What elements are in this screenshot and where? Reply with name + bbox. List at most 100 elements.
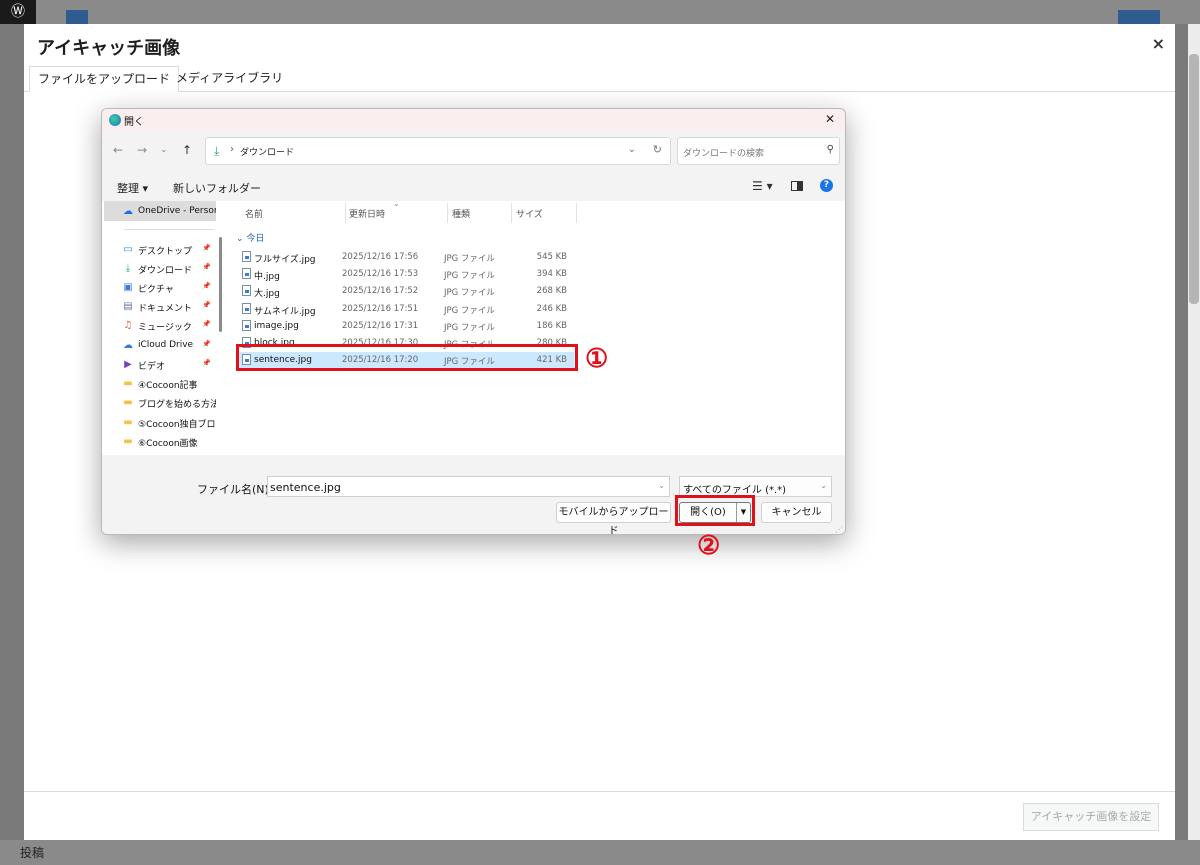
download-icon: ⤓ <box>214 144 220 158</box>
pictures-icon: ▣ <box>123 282 133 293</box>
filename-input[interactable]: sentence.jpg ⌄ <box>267 476 670 497</box>
filename-value: sentence.jpg <box>270 481 341 494</box>
nav-item-label: OneDrive - Personal <box>138 206 216 216</box>
nav-item[interactable]: ▶ ビデオ 📌 <box>102 356 218 375</box>
nav-item[interactable]: ⤓ ダウンロード 📌 <box>102 260 218 279</box>
pin-icon[interactable]: 📌 <box>202 301 211 309</box>
file-size: 545 KB <box>536 252 567 262</box>
folder-icon: ▬ <box>123 378 133 389</box>
dialog-title: 開く <box>124 117 144 128</box>
close-icon[interactable]: × <box>1152 34 1165 53</box>
edge-browser-icon <box>109 114 121 126</box>
file-row[interactable]: image.jpg 2025/12/16 17:31 JPG ファイル 186 KB <box>236 318 574 335</box>
column-header-type[interactable]: 種類 <box>452 207 470 220</box>
file-size: 268 KB <box>536 286 567 297</box>
refresh-icon[interactable]: ↻ <box>653 143 662 156</box>
column-header-name[interactable]: 名前 <box>245 207 263 220</box>
nav-item[interactable]: ▭ デスクトップ 📌 <box>102 241 218 260</box>
filetype-value: すべてのファイル (*.*) <box>683 485 787 496</box>
address-dropdown-icon[interactable]: ⌄ <box>628 144 636 155</box>
dialog-body: ☁ OneDrive - Personal ▭デスクトップ📌⤓ダウンロード📌▣ピクチ… <box>102 199 845 455</box>
page-scrollbar-thumb[interactable] <box>1189 54 1199 304</box>
tab-upload-files[interactable]: ファイルをアップロード <box>29 66 180 92</box>
back-arrow-icon[interactable]: ← <box>113 143 123 157</box>
annotation-box-selected-file <box>236 344 578 371</box>
preview-pane-icon[interactable] <box>791 181 803 191</box>
file-row[interactable]: サムネイル.jpg 2025/12/16 17:51 JPG ファイル 246 KB <box>236 301 574 318</box>
pin-icon[interactable]: 📌 <box>202 320 211 328</box>
nav-item-label: ブログを始める方法 <box>138 400 216 410</box>
nav-item[interactable]: ▬ ④Cocoon記事 <box>102 375 218 394</box>
dialog-close-icon[interactable]: ✕ <box>825 112 835 126</box>
file-row[interactable]: 大.jpg 2025/12/16 17:52 JPG ファイル 268 KB <box>236 283 574 300</box>
footer-breadcrumb: 投稿 <box>20 846 45 860</box>
filetype-select[interactable]: すべてのファイル (*.*) ⌄ <box>679 476 832 497</box>
column-separator <box>576 203 577 223</box>
cancel-button[interactable]: キャンセル <box>761 502 832 523</box>
file-name: 中.jpg <box>254 272 280 283</box>
view-options-icon[interactable]: ☰ ▾ <box>752 179 773 193</box>
videos-icon: ▶ <box>124 359 132 370</box>
filetype-dropdown-icon[interactable]: ⌄ <box>820 481 827 490</box>
upload-from-mobile-button[interactable]: モバイルからアップロード <box>556 502 671 534</box>
nav-item[interactable]: ▬ ブログを始める方法 <box>102 394 218 413</box>
cloud-icon: ☁ <box>123 206 133 217</box>
file-date: 2025/12/16 17:31 <box>342 320 419 331</box>
file-date: 2025/12/16 17:51 <box>342 303 419 314</box>
pin-icon[interactable]: 📌 <box>202 244 211 252</box>
wp-top-bar: Ⓦ <box>0 0 1200 24</box>
nav-item[interactable]: ▣ ピクチャ 📌 <box>102 279 218 298</box>
recent-locations-chevron-icon[interactable]: ⌄ <box>160 145 168 155</box>
file-row[interactable]: 中.jpg 2025/12/16 17:53 JPG ファイル 394 KB <box>236 266 574 283</box>
nav-item[interactable]: ▤ ドキュメント 📌 <box>102 298 218 317</box>
nav-pane-scrollbar[interactable] <box>219 237 222 332</box>
icloud-icon: ☁ <box>123 340 133 351</box>
nav-item[interactable]: ♫ ミュージック 📌 <box>102 317 218 336</box>
nav-item[interactable]: ▬ ⑥Cocoon画像 <box>102 433 218 452</box>
address-path[interactable]: ダウンロード <box>240 145 294 158</box>
column-header-size[interactable]: サイズ <box>516 207 543 220</box>
column-separator <box>511 203 512 223</box>
column-header-date[interactable]: 更新日時 <box>349 207 385 220</box>
pin-icon[interactable]: 📌 <box>202 263 211 271</box>
tab-media-library[interactable]: メディアライブラリ <box>168 66 291 92</box>
file-name: サムネイル.jpg <box>254 306 316 317</box>
nav-item[interactable]: ☁ iCloud Drive 📌 <box>102 337 218 356</box>
nav-item[interactable]: ☁ OneDrive - Personal <box>102 203 218 222</box>
folder-icon: ▬ <box>123 397 133 408</box>
up-arrow-icon[interactable]: ↑ <box>182 143 192 157</box>
wp-footer: 投稿 <box>0 840 1200 865</box>
file-date: 2025/12/16 17:52 <box>342 286 419 297</box>
new-folder-button[interactable]: 新しいフォルダー <box>173 180 261 196</box>
jpg-file-icon <box>242 285 251 297</box>
file-size: 394 KB <box>536 269 567 280</box>
help-icon[interactable]: ? <box>820 179 833 192</box>
page-scrollbar[interactable] <box>1188 24 1200 840</box>
file-row[interactable]: フルサイズ.jpg 2025/12/16 17:56 JPG ファイル 545 KB <box>236 249 574 266</box>
search-icon[interactable]: ⚲ <box>827 144 834 155</box>
nav-item[interactable]: ▬ ⑤Cocoon独自ブロック <box>102 414 218 433</box>
resize-grip-icon[interactable]: ⋰ <box>835 525 843 534</box>
pin-icon[interactable]: 📌 <box>202 340 211 348</box>
group-header-today[interactable]: ⌄ 今日 <box>236 231 264 244</box>
file-type: JPG ファイル <box>444 254 495 264</box>
dialog-titlebar: 開く ✕ <box>102 109 845 131</box>
pin-icon[interactable]: 📌 <box>202 282 211 290</box>
pin-icon[interactable]: 📌 <box>202 359 211 367</box>
search-input[interactable]: ダウンロードの検索 ⚲ <box>677 137 840 165</box>
add-block-button[interactable] <box>66 10 88 24</box>
wordpress-logo-icon[interactable]: Ⓦ <box>0 0 36 24</box>
organize-menu-button[interactable]: 整理 ▾ <box>117 180 148 196</box>
publish-button[interactable] <box>1118 10 1160 24</box>
file-date: 2025/12/16 17:53 <box>342 269 419 280</box>
file-size: 246 KB <box>536 303 567 314</box>
nav-item-label: ⑤Cocoon独自ブロック <box>138 420 216 430</box>
set-featured-image-button[interactable]: アイキャッチ画像を設定 <box>1023 803 1159 831</box>
address-bar[interactable]: ⤓ › ダウンロード ⌄ ↻ <box>205 137 671 165</box>
file-list-pane: 名前 更新日時 ⌄ 種類 サイズ ⌄ 今日 フルサイズ.jpg 2025/12/1… <box>228 199 845 455</box>
forward-arrow-icon[interactable]: → <box>137 143 147 157</box>
documents-icon: ▤ <box>123 301 133 312</box>
modal-title: アイキャッチ画像 <box>37 38 181 59</box>
filename-dropdown-icon[interactable]: ⌄ <box>658 481 665 490</box>
search-placeholder: ダウンロードの検索 <box>683 149 765 159</box>
